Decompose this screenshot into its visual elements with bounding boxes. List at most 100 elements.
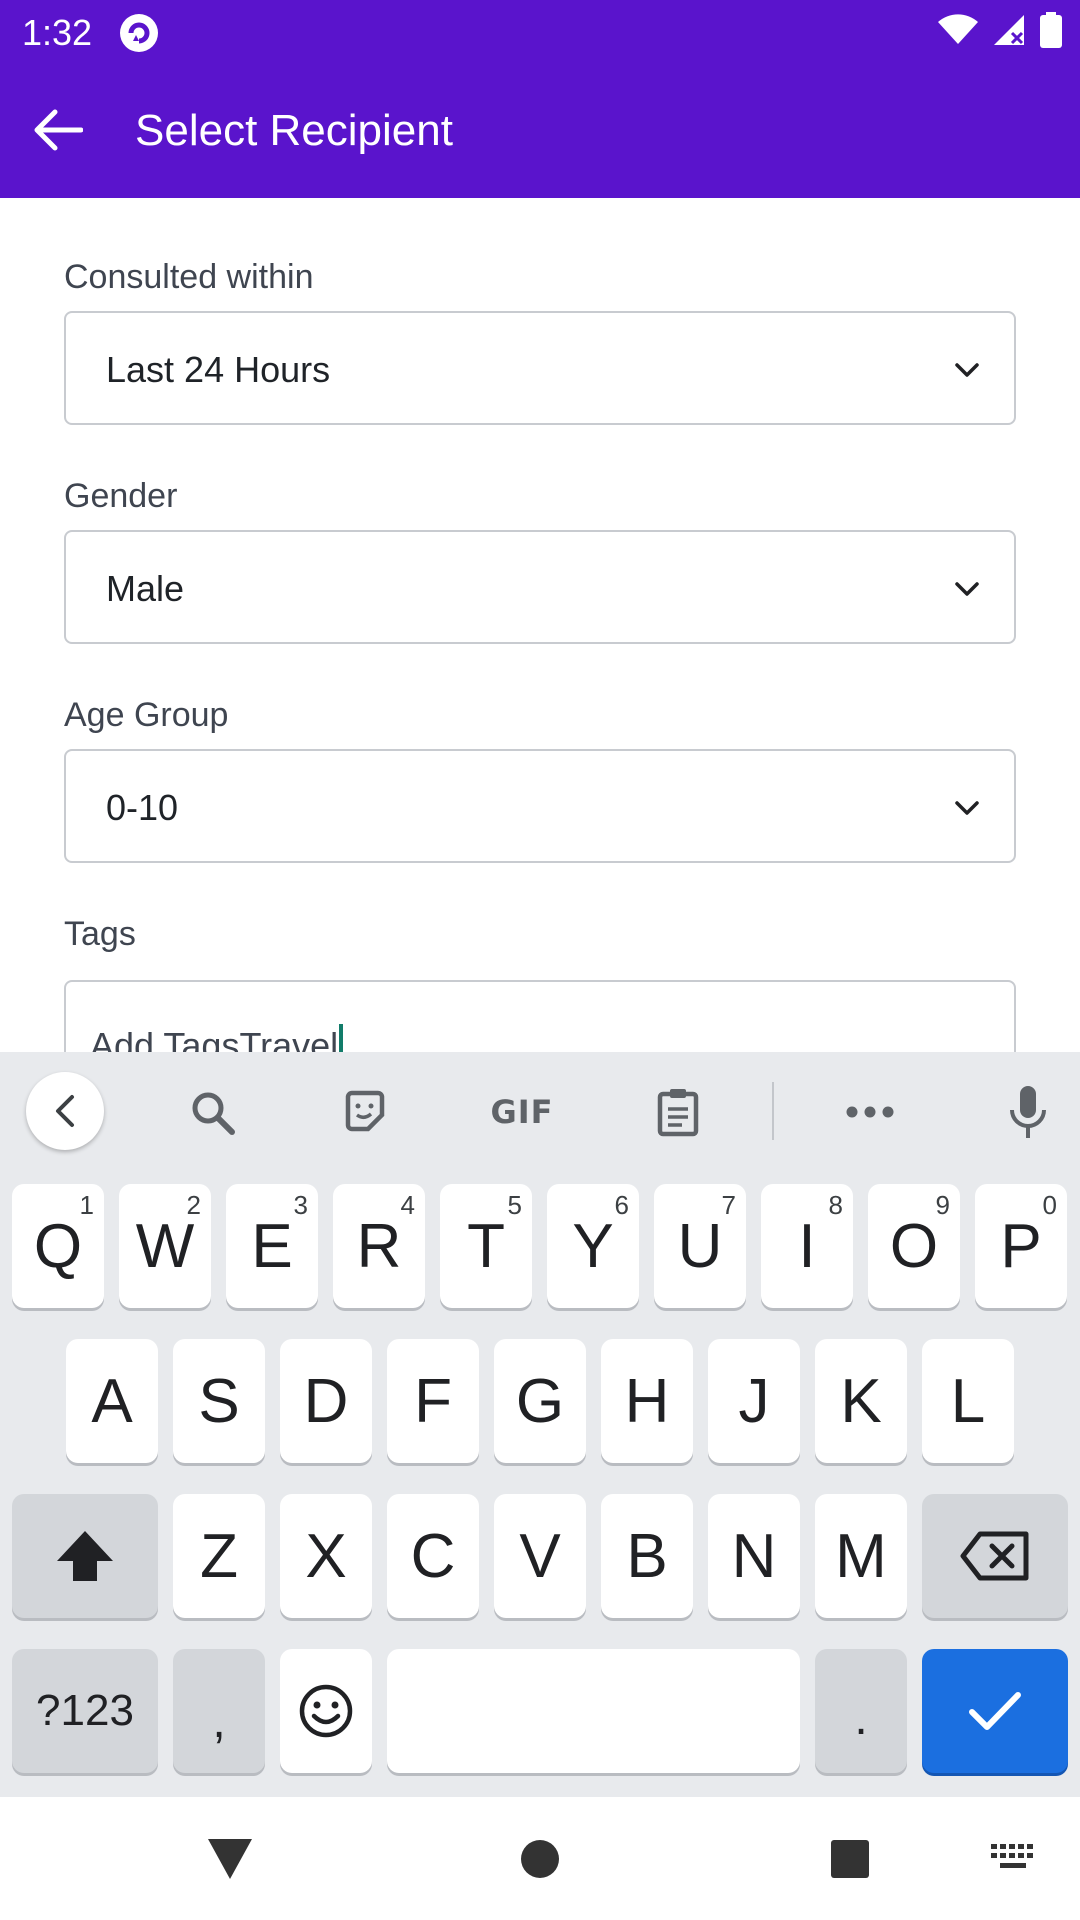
key-hint: 3 xyxy=(293,1190,308,1220)
key-label: L xyxy=(950,1366,986,1436)
key-o[interactable]: O9 xyxy=(868,1184,960,1308)
key-k[interactable]: K xyxy=(815,1339,907,1463)
back-button[interactable] xyxy=(22,95,92,165)
gif-button[interactable]: GIF xyxy=(482,1080,562,1144)
key-hint: 7 xyxy=(721,1190,736,1220)
key-i[interactable]: I8 xyxy=(761,1184,853,1308)
keyboard-icon xyxy=(991,1844,1033,1868)
nav-back-button[interactable] xyxy=(200,1829,260,1889)
key-hint: 1 xyxy=(79,1190,94,1220)
key-m[interactable]: M xyxy=(815,1494,907,1618)
shift-key[interactable] xyxy=(12,1494,158,1618)
key-hint: 5 xyxy=(507,1190,522,1220)
nav-recents-button[interactable] xyxy=(820,1829,880,1889)
key-label: K xyxy=(840,1366,882,1436)
key-n[interactable]: N xyxy=(708,1494,800,1618)
key-label: F xyxy=(414,1366,452,1436)
period-key[interactable]: . xyxy=(815,1649,907,1773)
key-r[interactable]: R4 xyxy=(333,1184,425,1308)
gender-select[interactable]: Male xyxy=(64,530,1016,644)
sticker-button[interactable] xyxy=(333,1080,397,1144)
key-label: B xyxy=(626,1521,668,1591)
key-label: . xyxy=(854,1691,868,1745)
key-label: I xyxy=(798,1211,816,1281)
key-v[interactable]: V xyxy=(494,1494,586,1618)
key-y[interactable]: Y6 xyxy=(547,1184,639,1308)
key-x[interactable]: X xyxy=(280,1494,372,1618)
key-d[interactable]: D xyxy=(280,1339,372,1463)
system-navigation-bar xyxy=(0,1797,1080,1920)
key-label: G xyxy=(515,1366,565,1436)
key-z[interactable]: Z xyxy=(173,1494,265,1618)
keyboard-switcher-button[interactable] xyxy=(978,1829,1048,1889)
key-label: X xyxy=(305,1521,347,1591)
key-l[interactable]: L xyxy=(922,1339,1014,1463)
wifi-icon xyxy=(938,14,978,44)
symbols-key[interactable]: ?123 xyxy=(12,1649,158,1773)
signal-icon xyxy=(994,15,1024,45)
triangle-down-icon xyxy=(208,1839,252,1879)
key-p[interactable]: P0 xyxy=(975,1184,1067,1308)
nav-home-button[interactable] xyxy=(510,1829,570,1889)
spacebar-key[interactable] xyxy=(387,1649,800,1773)
keyboard-toolbar: GIF xyxy=(0,1052,1080,1167)
emoji-key[interactable] xyxy=(280,1649,372,1773)
check-icon xyxy=(969,1692,1021,1730)
key-t[interactable]: T5 xyxy=(440,1184,532,1308)
key-b[interactable]: B xyxy=(601,1494,693,1618)
key-label: U xyxy=(677,1211,723,1281)
key-label: D xyxy=(303,1366,349,1436)
key-w[interactable]: W2 xyxy=(119,1184,211,1308)
key-label: W xyxy=(135,1211,195,1281)
age-group-select[interactable]: 0-10 xyxy=(64,749,1016,863)
key-s[interactable]: S xyxy=(173,1339,265,1463)
keyboard-collapse-button[interactable] xyxy=(26,1072,104,1150)
key-label: A xyxy=(91,1366,133,1436)
consulted-within-select[interactable]: Last 24 Hours xyxy=(64,311,1016,425)
key-a[interactable]: A xyxy=(66,1339,158,1463)
tags-label: Tags xyxy=(64,915,136,953)
key-c[interactable]: C xyxy=(387,1494,479,1618)
key-label: E xyxy=(251,1211,293,1281)
key-j[interactable]: J xyxy=(708,1339,800,1463)
toolbar-divider xyxy=(772,1082,774,1140)
key-label: ?123 xyxy=(36,1686,134,1735)
comma-key[interactable]: , xyxy=(173,1649,265,1773)
status-icons xyxy=(938,12,1062,48)
key-u[interactable]: U7 xyxy=(654,1184,746,1308)
more-horiz-icon xyxy=(846,1106,894,1118)
battery-icon xyxy=(1040,12,1062,48)
key-q[interactable]: Q1 xyxy=(12,1184,104,1308)
age-group-value: 0-10 xyxy=(106,787,179,828)
page-title: Select Recipient xyxy=(135,106,453,155)
clipboard-button[interactable] xyxy=(646,1080,710,1144)
key-h[interactable]: H xyxy=(601,1339,693,1463)
key-g[interactable]: G xyxy=(494,1339,586,1463)
key-label: O xyxy=(889,1211,939,1281)
chevron-down-icon xyxy=(955,801,979,815)
keyboard-search-button[interactable] xyxy=(180,1080,244,1144)
done-key[interactable] xyxy=(922,1649,1068,1773)
key-hint: 0 xyxy=(1042,1190,1057,1220)
key-label: Q xyxy=(33,1211,83,1281)
more-options-button[interactable] xyxy=(838,1080,902,1144)
app-notification-icon xyxy=(120,14,158,52)
key-label: M xyxy=(835,1521,887,1591)
key-label: T xyxy=(467,1211,505,1281)
gender-label: Gender xyxy=(64,477,178,515)
key-label: R xyxy=(356,1211,402,1281)
gif-label: GIF xyxy=(490,1093,554,1131)
age-group-label: Age Group xyxy=(64,696,229,734)
consulted-within-label: Consulted within xyxy=(64,258,314,296)
key-label: N xyxy=(731,1521,777,1591)
microphone-icon xyxy=(1010,1086,1046,1138)
status-time: 1:32 xyxy=(22,12,93,53)
key-label: Z xyxy=(200,1521,238,1591)
key-e[interactable]: E3 xyxy=(226,1184,318,1308)
key-hint: 8 xyxy=(828,1190,843,1220)
backspace-key[interactable] xyxy=(922,1494,1068,1618)
voice-input-button[interactable] xyxy=(996,1080,1060,1144)
backspace-icon xyxy=(960,1531,1029,1581)
key-f[interactable]: F xyxy=(387,1339,479,1463)
key-label: J xyxy=(738,1366,770,1436)
